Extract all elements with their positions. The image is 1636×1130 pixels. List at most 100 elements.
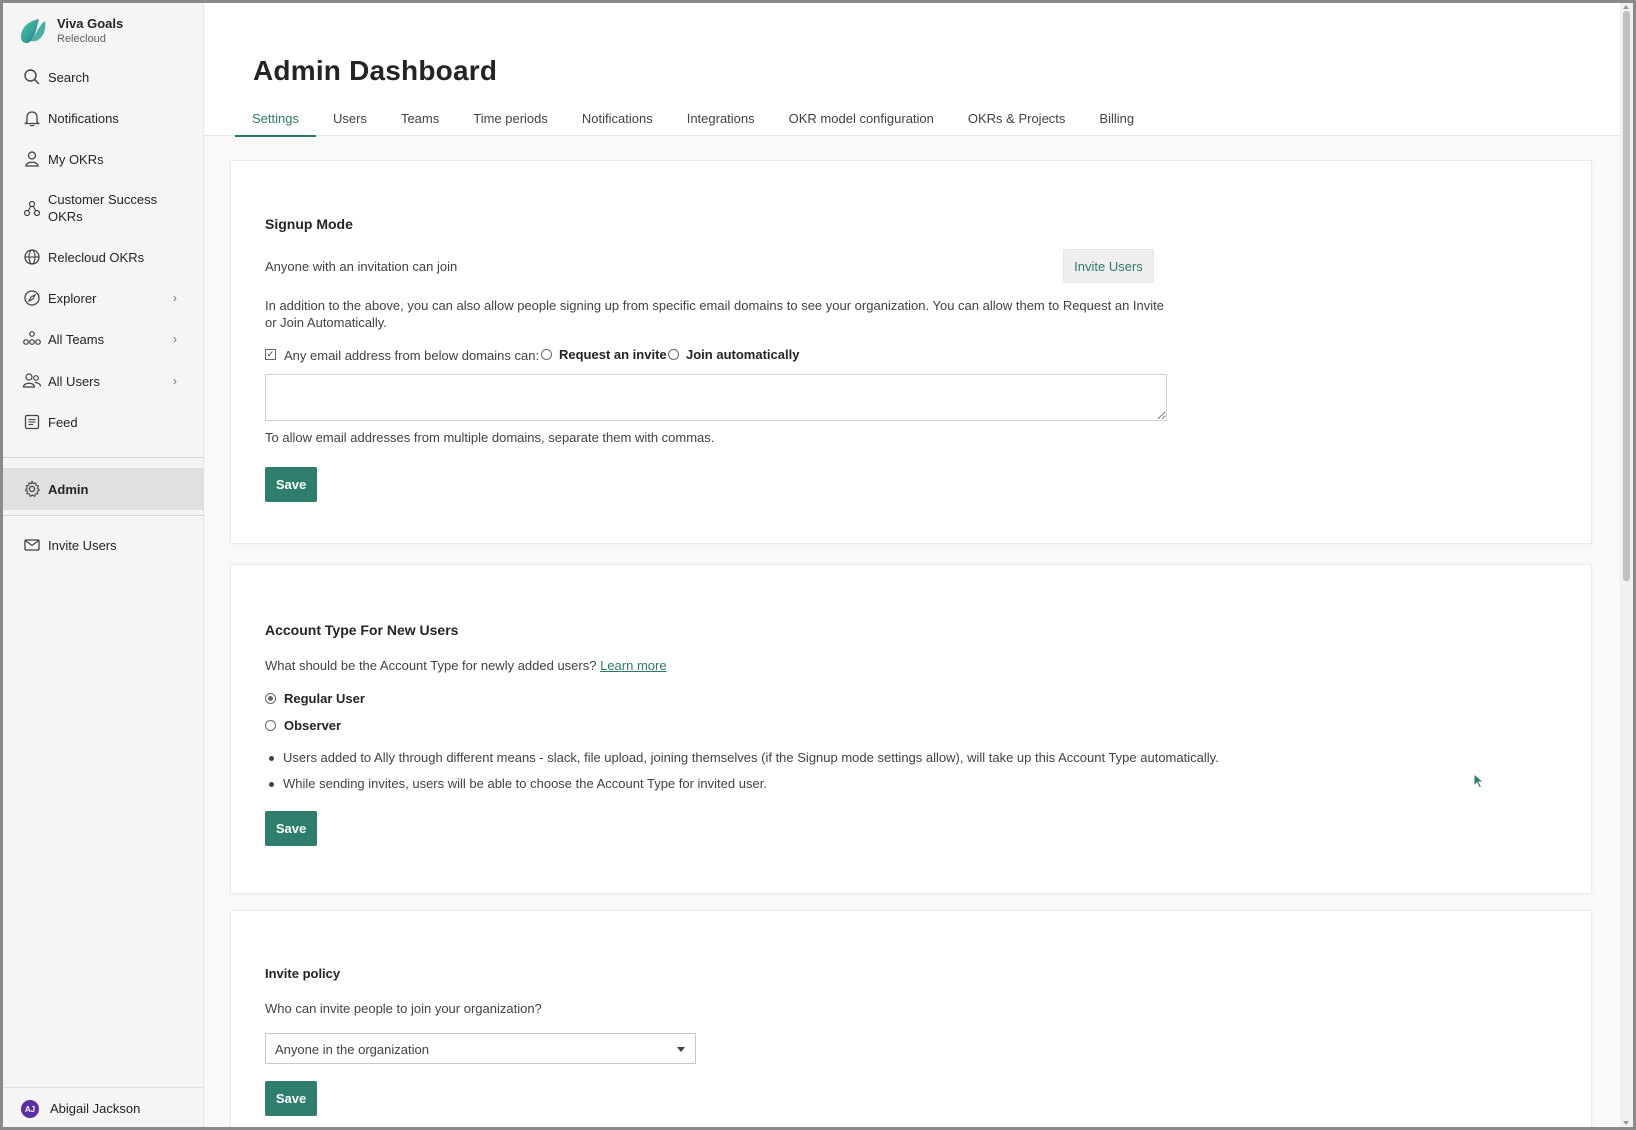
bell-icon <box>22 108 42 128</box>
account-type-question: What should be the Account Type for newl… <box>265 657 667 674</box>
invite-users-button[interactable]: Invite Users <box>1063 249 1154 283</box>
user-profile[interactable]: AJ Abigail Jackson <box>3 1087 204 1127</box>
sidebar-item-all-teams[interactable]: All Teams › <box>3 321 204 357</box>
signup-mode-title: Signup Mode <box>265 216 353 232</box>
chevron-right-icon[interactable]: › <box>173 291 177 305</box>
account-type-save-button[interactable]: Save <box>265 811 317 846</box>
teams-icon <box>22 329 42 349</box>
sidebar-item-invite-users[interactable]: Invite Users <box>3 527 204 563</box>
tab-teams[interactable]: Teams <box>384 99 456 136</box>
sidebar-item-label: Search <box>48 69 90 85</box>
sidebar-item-label: Feed <box>48 414 78 430</box>
request-invite-radio[interactable] <box>541 349 552 360</box>
domains-checkbox[interactable]: ✓ <box>265 349 276 360</box>
regular-user-label: Regular User <box>284 691 365 706</box>
invite-policy-title: Invite policy <box>265 966 341 981</box>
team-icon <box>22 199 42 219</box>
bullet-dot <box>269 756 274 761</box>
join-automatically-label: Join automatically <box>686 347 800 362</box>
page-header: Admin Dashboard Settings Users Teams Tim… <box>204 3 1620 137</box>
account-type-note: While sending invites, users will be abl… <box>283 776 767 791</box>
regular-user-radio[interactable] <box>265 693 276 704</box>
user-name: Abigail Jackson <box>50 1101 141 1116</box>
brand-org: Relecloud <box>57 33 106 45</box>
sidebar-item-label: All Teams <box>48 331 105 347</box>
sidebar-item-label-line2: OKRs <box>48 209 83 224</box>
invite-policy-card: Invite policy Who can invite people to j… <box>230 910 1592 1127</box>
sidebar-item-search[interactable]: Search <box>3 59 204 95</box>
tab-billing[interactable]: Billing <box>1082 99 1151 136</box>
sidebar-item-label: Relecloud OKRs <box>48 249 145 265</box>
domains-checkbox-label: Any email address from below domains can… <box>284 348 540 363</box>
signup-save-button[interactable]: Save <box>265 467 317 502</box>
observer-radio[interactable] <box>265 720 276 731</box>
globe-icon <box>22 247 42 267</box>
sidebar-item-label: Admin <box>48 481 89 497</box>
chevron-right-icon[interactable]: › <box>173 374 177 388</box>
sidebar-divider <box>3 515 204 516</box>
sidebar-item-relecloud-okrs[interactable]: Relecloud OKRs <box>3 239 204 275</box>
tab-settings[interactable]: Settings <box>235 99 316 137</box>
sidebar-item-my-okrs[interactable]: My OKRs <box>3 141 204 177</box>
tab-bar: Settings Users Teams Time periods Notifi… <box>235 99 1151 137</box>
sidebar: Viva Goals Relecloud Search Notification… <box>3 3 204 1127</box>
invite-policy-select[interactable]: Anyone in the organization <box>265 1033 696 1064</box>
request-invite-label: Request an invite <box>559 347 667 362</box>
sidebar-divider <box>3 457 204 458</box>
learn-more-link[interactable]: Learn more <box>600 658 666 673</box>
chevron-down-icon <box>677 1047 685 1052</box>
observer-label: Observer <box>284 718 342 733</box>
account-type-question-text: What should be the Account Type for newl… <box>265 658 597 673</box>
invite-policy-selected: Anyone in the organization <box>275 1042 429 1057</box>
tab-integrations[interactable]: Integrations <box>670 99 772 136</box>
sidebar-item-explorer[interactable]: Explorer › <box>3 280 204 316</box>
search-icon <box>22 67 42 87</box>
sidebar-item-label: Invite Users <box>48 537 117 553</box>
signup-mode-card: Signup Mode Anyone with an invitation ca… <box>230 160 1592 544</box>
users-icon <box>22 371 42 391</box>
sidebar-item-label: Notifications <box>48 110 119 126</box>
main-content: Admin Dashboard Settings Users Teams Tim… <box>204 3 1620 1127</box>
account-type-card: Account Type For New Users What should b… <box>230 564 1592 894</box>
sidebar-item-label: Customer Success <box>48 192 158 207</box>
sidebar-item-all-users[interactable]: All Users › <box>3 363 204 399</box>
tab-okrs-projects[interactable]: OKRs & Projects <box>951 99 1083 136</box>
account-type-title: Account Type For New Users <box>265 622 459 638</box>
chevron-right-icon[interactable]: › <box>173 332 177 346</box>
tab-okr-model-configuration[interactable]: OKR model configuration <box>772 99 951 136</box>
sidebar-item-customer-success-okrs[interactable]: Customer Success OKRs <box>3 185 204 233</box>
gear-icon <box>22 479 42 499</box>
mail-icon <box>22 535 42 555</box>
tab-time-periods[interactable]: Time periods <box>456 99 565 136</box>
compass-icon <box>22 288 42 308</box>
avatar[interactable]: AJ <box>21 1100 39 1118</box>
invite-policy-save-button[interactable]: Save <box>265 1081 317 1116</box>
signup-mode-text: Anyone with an invitation can join <box>265 259 458 274</box>
feed-icon <box>22 412 42 432</box>
tab-users[interactable]: Users <box>316 99 384 136</box>
domains-hint: To allow email addresses from multiple d… <box>265 430 715 445</box>
page-title: Admin Dashboard <box>253 55 498 86</box>
sidebar-item-feed[interactable]: Feed <box>3 404 204 440</box>
viva-goals-logo <box>21 19 46 44</box>
person-icon <box>22 149 42 169</box>
sidebar-item-label: Explorer <box>48 290 97 306</box>
page-scrollbar[interactable] <box>1620 3 1633 1127</box>
sidebar-item-admin[interactable]: Admin <box>3 468 204 510</box>
email-domains-input[interactable] <box>265 374 1167 421</box>
scroll-up-arrow[interactable] <box>1623 5 1629 9</box>
mouse-cursor-icon <box>1473 773 1485 789</box>
brand[interactable]: Viva Goals Relecloud <box>17 15 123 47</box>
scroll-down-arrow[interactable] <box>1623 1121 1629 1125</box>
sidebar-item-label: All Users <box>48 373 101 389</box>
bullet-dot <box>269 782 274 787</box>
signup-description: In addition to the above, you can also a… <box>265 298 1164 330</box>
invite-policy-question: Who can invite people to join your organ… <box>265 1001 542 1016</box>
sidebar-item-notifications[interactable]: Notifications <box>3 100 204 136</box>
scroll-thumb[interactable] <box>1623 11 1630 581</box>
brand-name: Viva Goals <box>57 16 124 31</box>
account-type-note: Users added to Ally through different me… <box>283 750 1219 765</box>
sidebar-item-label: My OKRs <box>48 151 104 167</box>
join-automatically-radio[interactable] <box>668 349 679 360</box>
tab-notifications[interactable]: Notifications <box>565 99 670 136</box>
